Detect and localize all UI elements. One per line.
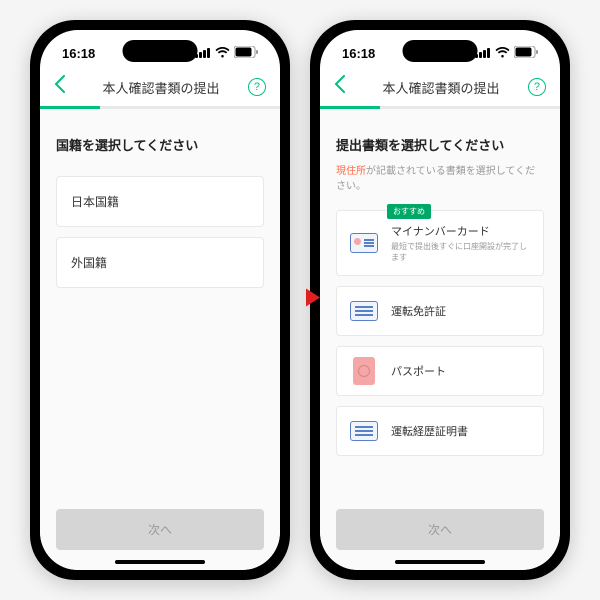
- wifi-icon: [215, 46, 230, 61]
- driving-history-icon: [349, 419, 379, 443]
- wifi-icon: [495, 46, 510, 61]
- nav-bar: 本人確認書類の提出 ?: [320, 68, 560, 106]
- section-subtitle: 現住所が記載されている書類を選択してください。: [336, 162, 544, 192]
- section-title: 提出書類を選択してください: [336, 135, 544, 154]
- license-icon: [349, 299, 379, 323]
- section-title: 国籍を選択してください: [56, 135, 264, 154]
- status-icons: [195, 46, 258, 61]
- signal-icon: [195, 46, 211, 61]
- doc-option-driving-history[interactable]: 運転経歴証明書: [336, 406, 544, 456]
- phone-left: 16:18 本人確認書類の提出 ?: [30, 20, 290, 580]
- content-area: 国籍を選択してください 日本国籍 外国籍: [40, 109, 280, 497]
- doc-title: マイナンバーカード: [391, 223, 531, 239]
- status-icons: [475, 46, 538, 61]
- status-time: 16:18: [62, 46, 95, 61]
- progress-fill: [320, 106, 380, 109]
- doc-title: パスポート: [391, 363, 531, 379]
- back-button[interactable]: [54, 75, 74, 99]
- nav-bar: 本人確認書類の提出 ?: [40, 68, 280, 106]
- doc-option-passport[interactable]: パスポート: [336, 346, 544, 396]
- doc-title: 運転経歴証明書: [391, 423, 531, 439]
- nationality-option-japan[interactable]: 日本国籍: [56, 176, 264, 227]
- help-button[interactable]: ?: [248, 78, 266, 96]
- content-area: 提出書類を選択してください 現住所が記載されている書類を選択してください。 おす…: [320, 109, 560, 497]
- doc-title: 運転免許証: [391, 303, 531, 319]
- progress-fill: [40, 106, 100, 109]
- doc-option-license[interactable]: 運転免許証: [336, 286, 544, 336]
- status-time: 16:18: [342, 46, 375, 61]
- doc-info: マイナンバーカード 最短で提出後すぐに口座開設が完了します: [391, 223, 531, 263]
- screen-left: 16:18 本人確認書類の提出 ?: [40, 30, 280, 570]
- battery-icon: [234, 46, 258, 61]
- back-button[interactable]: [334, 75, 354, 99]
- doc-desc: 最短で提出後すぐに口座開設が完了します: [391, 241, 531, 263]
- doc-info: 運転経歴証明書: [391, 423, 531, 439]
- dynamic-island: [123, 40, 198, 62]
- signal-icon: [475, 46, 491, 61]
- subtitle-highlight: 現住所: [336, 166, 366, 177]
- option-label: 日本国籍: [71, 195, 119, 209]
- doc-option-mynumber[interactable]: おすすめ マイナンバーカード 最短で提出後すぐに口座開設が完了します: [336, 210, 544, 276]
- dynamic-island: [403, 40, 478, 62]
- recommended-badge: おすすめ: [387, 204, 431, 219]
- option-label: 外国籍: [71, 256, 107, 270]
- screen-right: 16:18 本人確認書類の提出 ?: [320, 30, 560, 570]
- nationality-option-foreign[interactable]: 外国籍: [56, 237, 264, 288]
- subtitle-rest: が記載されている書類を選択してください。: [336, 166, 535, 192]
- home-indicator[interactable]: [395, 560, 485, 564]
- doc-info: 運転免許証: [391, 303, 531, 319]
- help-button[interactable]: ?: [528, 78, 546, 96]
- progress-bar: [40, 106, 280, 109]
- next-button[interactable]: 次へ: [56, 509, 264, 550]
- mynumber-card-icon: [349, 231, 379, 255]
- nav-title: 本人確認書類の提出: [102, 78, 219, 97]
- phone-right: 16:18 本人確認書類の提出 ?: [310, 20, 570, 580]
- battery-icon: [514, 46, 538, 61]
- next-button[interactable]: 次へ: [336, 509, 544, 550]
- doc-info: パスポート: [391, 363, 531, 379]
- home-indicator[interactable]: [115, 560, 205, 564]
- nav-title: 本人確認書類の提出: [382, 78, 499, 97]
- transition-arrow-icon: [280, 285, 320, 316]
- passport-icon: [349, 359, 379, 383]
- progress-bar: [320, 106, 560, 109]
